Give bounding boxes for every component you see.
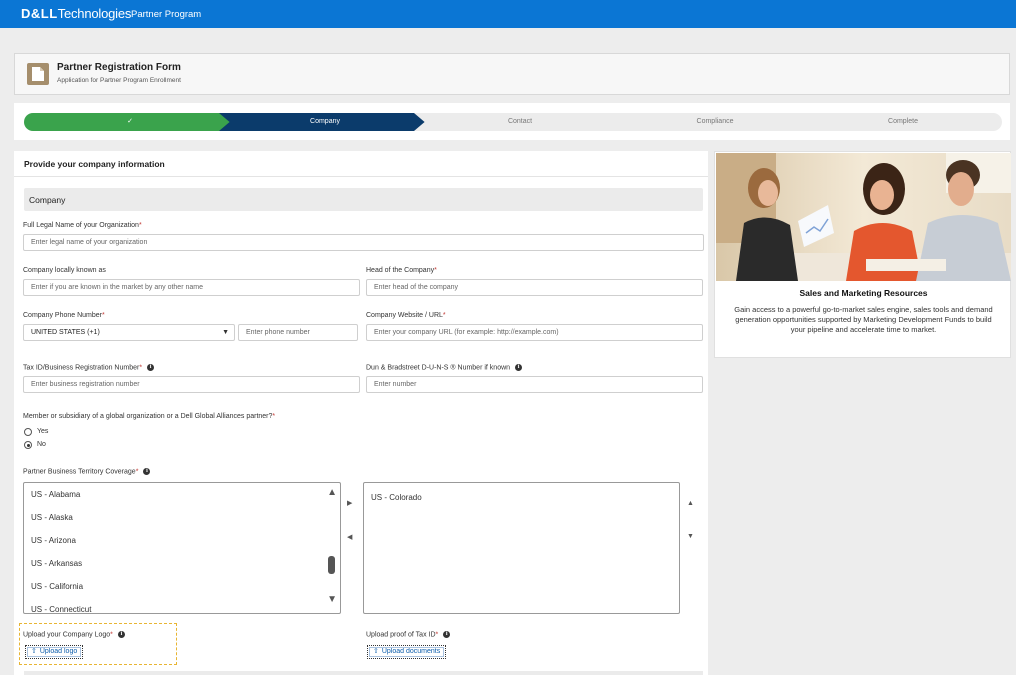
step-done: ✓ <box>24 113 236 131</box>
phone-label: Company Phone Number* <box>23 312 105 319</box>
info-icon[interactable]: i <box>143 468 151 475</box>
duns-label: Dun & Bradstreet D-U-N-S ® Number if kno… <box>366 364 523 371</box>
legal-name-label: Full Legal Name of your Organization* <box>23 222 142 229</box>
move-down-icon[interactable]: ▼ <box>687 533 694 540</box>
phone-input[interactable]: Enter phone number <box>238 324 358 341</box>
form-header-card: Partner Registration Form Application fo… <box>14 53 1010 95</box>
list-item[interactable]: US - Arkansas <box>31 559 82 568</box>
page-title: Partner Registration Form <box>57 62 181 73</box>
company-form: Provide your company information Company… <box>14 151 708 675</box>
section-title: Company <box>29 195 66 205</box>
promo-text: Gain access to a powerful go-to-market s… <box>734 305 993 334</box>
info-icon[interactable]: i <box>117 631 125 638</box>
scroll-up-icon[interactable]: ▲ <box>327 487 337 498</box>
tax-proof-upload-label: Upload proof of Tax ID* i <box>366 631 451 638</box>
list-item[interactable]: US - Connecticut <box>31 605 91 613</box>
next-section-bar <box>24 671 703 675</box>
info-icon[interactable]: i <box>515 364 523 371</box>
territory-label: Partner Business Territory Coverage* i <box>23 468 151 475</box>
dell-technologies-logo[interactable]: D&LLTechnologies <box>21 6 131 21</box>
website-input[interactable]: Enter your company URL (for example: htt… <box>366 324 703 341</box>
step-contact: Contact <box>414 113 626 131</box>
form-heading: Provide your company information <box>24 159 165 169</box>
country-code-value: UNITED STATES (+1) <box>31 329 100 336</box>
known-as-label: Company locally known as <box>23 267 106 274</box>
scrollbar-thumb[interactable] <box>328 556 335 574</box>
move-left-icon[interactable]: ◀ <box>347 533 352 541</box>
divider <box>14 176 708 177</box>
scroll-down-icon[interactable]: ▼ <box>327 594 337 605</box>
head-input[interactable]: Enter head of the company <box>366 279 703 296</box>
list-item[interactable]: US - Alabama <box>31 490 80 499</box>
move-right-icon[interactable]: ▶ <box>347 499 352 507</box>
upload-icon: ⇧ <box>31 648 37 655</box>
member-question: Member or subsidiary of a global organiz… <box>23 413 276 420</box>
tax-id-label: Tax ID/Business Registration Number* i <box>23 364 155 371</box>
section-header-company: Company <box>24 188 703 211</box>
list-item[interactable]: US - Colorado <box>371 493 422 502</box>
page-subtitle: Application for Partner Program Enrollme… <box>57 77 181 84</box>
duns-input[interactable]: Enter number <box>366 376 703 393</box>
move-up-icon[interactable]: ▲ <box>687 500 694 507</box>
info-icon[interactable]: i <box>443 631 451 638</box>
document-icon <box>27 63 49 85</box>
selected-territories-list[interactable]: US - Colorado <box>363 482 680 614</box>
available-territories-list[interactable]: US - Alabama US - Alaska US - Arizona US… <box>23 482 341 614</box>
radio-no[interactable] <box>24 441 32 449</box>
known-as-input[interactable]: Enter if you are known in the market by … <box>23 279 360 296</box>
website-label: Company Website / URL* <box>366 312 446 319</box>
radio-yes-label: Yes <box>37 428 49 435</box>
info-icon[interactable]: i <box>147 364 155 371</box>
legal-name-input[interactable]: Enter legal name of your organization <box>23 234 704 251</box>
promo-photo <box>716 153 1011 281</box>
progress-stepper: ✓ Company Contact Compliance Complete <box>14 103 1010 140</box>
chevron-down-icon: ▼ <box>222 329 229 336</box>
promo-card: Sales and Marketing Resources Gain acces… <box>714 151 1011 358</box>
upload-icon: ⇧ <box>373 648 379 655</box>
logo-upload-label: Upload your Company Logo* i <box>23 631 125 638</box>
tax-id-input[interactable]: Enter business registration number <box>23 376 360 393</box>
radio-no-label: No <box>37 441 46 448</box>
step-compliance: Compliance <box>609 113 821 131</box>
top-bar: D&LLTechnologies Partner Program <box>0 0 1016 28</box>
step-company: Company <box>219 113 431 131</box>
promo-title: Sales and Marketing Resources <box>799 288 928 298</box>
upload-documents-button[interactable]: ⇧ Upload documents <box>367 645 447 659</box>
upload-logo-button[interactable]: ⇧ Upload logo <box>25 645 84 659</box>
list-item[interactable]: US - Alaska <box>31 513 73 522</box>
step-complete: Complete <box>804 113 1002 131</box>
list-item[interactable]: US - Arizona <box>31 536 76 545</box>
radio-yes[interactable] <box>24 428 32 436</box>
country-code-select[interactable]: UNITED STATES (+1) ▼ <box>23 324 235 341</box>
partner-program-label: Partner Program <box>131 9 202 20</box>
list-item[interactable]: US - California <box>31 582 83 591</box>
head-label: Head of the Company* <box>366 267 437 274</box>
